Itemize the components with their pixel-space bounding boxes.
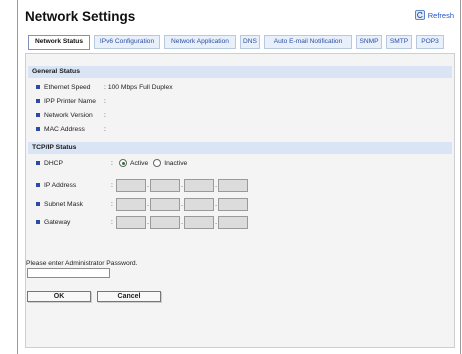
gateway-octet-3[interactable] (184, 215, 214, 229)
gateway-octet-2[interactable] (150, 215, 180, 229)
password-input[interactable] (27, 268, 110, 278)
section-tcpip-status: TCP/IP Status (28, 142, 452, 154)
cancel-button[interactable]: Cancel (97, 291, 161, 302)
subnet-mask-octet-1[interactable] (116, 197, 146, 211)
row-ipp-printer-name: IPP Printer Name : (36, 96, 106, 106)
ip-address-octet-1[interactable] (116, 178, 146, 192)
bullet-icon (36, 161, 40, 165)
dhcp-inactive-radio[interactable] (153, 159, 162, 167)
tab-snmp[interactable]: SNMP (356, 35, 382, 49)
separator: : (104, 83, 106, 91)
ethernet-speed-label: Ethernet Speed (44, 83, 91, 91)
content-panel: General Status Ethernet Speed : 100 Mbps… (25, 53, 455, 348)
bullet-icon (36, 113, 40, 117)
tab-smtp[interactable]: SMTP (386, 35, 412, 49)
subnet-mask-octet-2[interactable] (150, 197, 180, 211)
gateway-octet-1[interactable] (116, 215, 146, 229)
separator: : (111, 159, 113, 167)
tab-auto-email-notification[interactable]: Auto E-mail Notification (264, 35, 352, 49)
bullet-icon (36, 127, 40, 131)
row-gateway: Gateway : . . . (36, 215, 248, 229)
tab-network-application[interactable]: Network Application (164, 35, 236, 49)
bullet-icon (36, 220, 40, 224)
refresh-button[interactable]: Refresh (414, 10, 454, 20)
separator: : (104, 125, 106, 133)
ip-address-octet-2[interactable] (150, 178, 180, 192)
password-prompt: Please enter Administrator Password. (26, 260, 138, 267)
subnet-mask-octet-3[interactable] (184, 197, 214, 211)
section-general-status: General Status (28, 66, 452, 78)
ethernet-speed-value: 100 Mbps Full Duplex (107, 83, 173, 91)
subnet-mask-octet-4[interactable] (218, 197, 248, 211)
page-title: Network Settings (25, 9, 136, 24)
ip-address-octet-4[interactable] (218, 178, 248, 192)
row-subnet-mask: Subnet Mask : . . . (36, 197, 248, 211)
gateway-octet-4[interactable] (218, 215, 248, 229)
row-mac-address: MAC Address : (36, 124, 106, 134)
tab-ipv6-configuration[interactable]: IPv6 Configuration (94, 35, 160, 49)
separator: : (104, 111, 106, 119)
tab-dns[interactable]: DNS (240, 35, 260, 49)
refresh-label: Refresh (427, 10, 454, 20)
dhcp-active-label: Active (130, 159, 149, 167)
separator: : (104, 97, 106, 105)
refresh-icon (414, 10, 425, 20)
ok-button[interactable]: OK (27, 291, 91, 302)
dhcp-label: DHCP (44, 159, 63, 167)
tab-pop3[interactable]: POP3 (416, 35, 444, 49)
row-network-version: Network Version : (36, 110, 106, 120)
dhcp-inactive-label: Inactive (164, 159, 188, 167)
network-version-label: Network Version (44, 111, 93, 119)
gateway-label: Gateway (44, 218, 71, 226)
bullet-icon (36, 183, 40, 187)
ip-address-label: IP Address (44, 181, 77, 189)
bullet-icon (36, 85, 40, 89)
ip-address-octet-3[interactable] (184, 178, 214, 192)
window-frame: Network Settings Refresh Network Status … (17, 0, 461, 354)
mac-address-label: MAC Address (44, 125, 85, 133)
row-ip-address: IP Address : . . . (36, 178, 248, 192)
tab-bar: Network Status IPv6 Configuration Networ… (25, 35, 454, 53)
tab-network-status[interactable]: Network Status (28, 35, 90, 50)
row-ethernet-speed: Ethernet Speed : 100 Mbps Full Duplex (36, 82, 173, 92)
row-dhcp: DHCP : Active Inactive (36, 158, 187, 168)
bullet-icon (36, 99, 40, 103)
bullet-icon (36, 202, 40, 206)
ipp-printer-name-label: IPP Printer Name (44, 97, 96, 105)
subnet-mask-label: Subnet Mask (44, 200, 84, 208)
dhcp-active-radio[interactable] (119, 159, 127, 167)
